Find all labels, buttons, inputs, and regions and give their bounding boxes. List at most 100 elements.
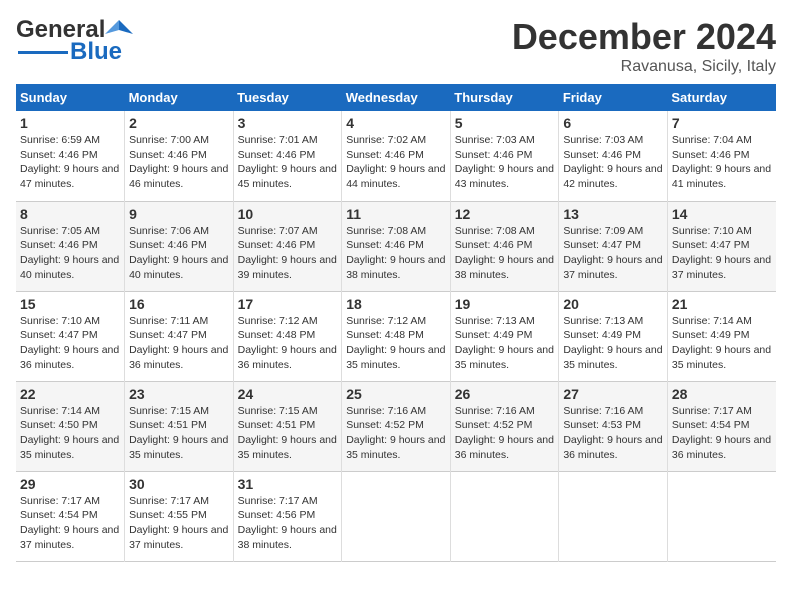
- day-number: 17: [238, 296, 338, 312]
- day-info: Sunrise: 7:03 AMSunset: 4:46 PMDaylight:…: [455, 133, 555, 192]
- day-info: Sunrise: 7:12 AMSunset: 4:48 PMDaylight:…: [346, 314, 446, 373]
- calendar-cell: 2 Sunrise: 7:00 AMSunset: 4:46 PMDaylight…: [125, 111, 234, 201]
- day-info: Sunrise: 6:59 AMSunset: 4:46 PMDaylight:…: [20, 133, 120, 192]
- day-info: Sunrise: 7:10 AMSunset: 4:47 PMDaylight:…: [20, 314, 120, 373]
- calendar-cell: 15 Sunrise: 7:10 AMSunset: 4:47 PMDayligh…: [16, 291, 125, 381]
- day-number: 10: [238, 206, 338, 222]
- day-number: 26: [455, 386, 555, 402]
- calendar-cell: 23 Sunrise: 7:15 AMSunset: 4:51 PMDayligh…: [125, 381, 234, 471]
- calendar-cell: 26Sunrise: 7:16 AMSunset: 4:52 PMDayligh…: [450, 381, 559, 471]
- calendar-cell: 14 Sunrise: 7:10 AMSunset: 4:47 PMDayligh…: [667, 201, 776, 291]
- day-number: 16: [129, 296, 229, 312]
- column-header-friday: Friday: [559, 84, 668, 111]
- column-header-tuesday: Tuesday: [233, 84, 342, 111]
- day-number: 21: [672, 296, 772, 312]
- column-header-monday: Monday: [125, 84, 234, 111]
- day-number: 2: [129, 115, 229, 131]
- day-info: Sunrise: 7:17 AMSunset: 4:54 PMDaylight:…: [20, 494, 120, 553]
- title-block: December 2024 Ravanusa, Sicily, Italy: [512, 16, 776, 76]
- day-number: 28: [672, 386, 772, 402]
- week-row-5: 29 Sunrise: 7:17 AMSunset: 4:54 PMDayligh…: [16, 471, 776, 561]
- day-number: 14: [672, 206, 772, 222]
- day-number: 24: [238, 386, 338, 402]
- day-number: 22: [20, 386, 120, 402]
- calendar-cell: [667, 471, 776, 561]
- calendar-cell: 4Sunrise: 7:02 AMSunset: 4:46 PMDaylight…: [342, 111, 451, 201]
- day-number: 4: [346, 115, 446, 131]
- day-info: Sunrise: 7:00 AMSunset: 4:46 PMDaylight:…: [129, 133, 229, 192]
- day-info: Sunrise: 7:10 AMSunset: 4:47 PMDaylight:…: [672, 224, 772, 283]
- day-number: 11: [346, 206, 446, 222]
- day-info: Sunrise: 7:08 AMSunset: 4:46 PMDaylight:…: [455, 224, 555, 283]
- day-number: 20: [563, 296, 663, 312]
- calendar-cell: 9 Sunrise: 7:06 AMSunset: 4:46 PMDaylight…: [125, 201, 234, 291]
- calendar-cell: 24Sunrise: 7:15 AMSunset: 4:51 PMDayligh…: [233, 381, 342, 471]
- column-header-saturday: Saturday: [667, 84, 776, 111]
- calendar-cell: 13 Sunrise: 7:09 AMSunset: 4:47 PMDayligh…: [559, 201, 668, 291]
- calendar-cell: 25Sunrise: 7:16 AMSunset: 4:52 PMDayligh…: [342, 381, 451, 471]
- column-header-sunday: Sunday: [16, 84, 125, 111]
- calendar-cell: 22 Sunrise: 7:14 AMSunset: 4:50 PMDayligh…: [16, 381, 125, 471]
- day-info: Sunrise: 7:06 AMSunset: 4:46 PMDaylight:…: [129, 224, 229, 283]
- day-number: 9: [129, 206, 229, 222]
- day-number: 12: [455, 206, 555, 222]
- day-info: Sunrise: 7:17 AMSunset: 4:54 PMDaylight:…: [672, 404, 772, 463]
- calendar-cell: 10 Sunrise: 7:07 AMSunset: 4:46 PMDayligh…: [233, 201, 342, 291]
- day-number: 30: [129, 476, 229, 492]
- day-info: Sunrise: 7:05 AMSunset: 4:46 PMDaylight:…: [20, 224, 120, 283]
- calendar-cell: 29 Sunrise: 7:17 AMSunset: 4:54 PMDayligh…: [16, 471, 125, 561]
- calendar-cell: 7 Sunrise: 7:04 AMSunset: 4:46 PMDaylight…: [667, 111, 776, 201]
- day-number: 23: [129, 386, 229, 402]
- day-info: Sunrise: 7:07 AMSunset: 4:46 PMDaylight:…: [238, 224, 338, 283]
- day-number: 15: [20, 296, 120, 312]
- day-info: Sunrise: 7:01 AMSunset: 4:46 PMDaylight:…: [238, 133, 338, 192]
- logo: General Blue: [16, 16, 133, 66]
- calendar-cell: [559, 471, 668, 561]
- day-number: 25: [346, 386, 446, 402]
- day-number: 3: [238, 115, 338, 131]
- day-number: 27: [563, 386, 663, 402]
- calendar-cell: 18 Sunrise: 7:12 AMSunset: 4:48 PMDayligh…: [342, 291, 451, 381]
- day-number: 19: [455, 296, 555, 312]
- calendar-cell: 17 Sunrise: 7:12 AMSunset: 4:48 PMDayligh…: [233, 291, 342, 381]
- day-info: Sunrise: 7:14 AMSunset: 4:50 PMDaylight:…: [20, 404, 120, 463]
- calendar-cell: 28 Sunrise: 7:17 AMSunset: 4:54 PMDayligh…: [667, 381, 776, 471]
- column-header-thursday: Thursday: [450, 84, 559, 111]
- calendar-cell: 19Sunrise: 7:13 AMSunset: 4:49 PMDayligh…: [450, 291, 559, 381]
- day-number: 29: [20, 476, 120, 492]
- day-info: Sunrise: 7:14 AMSunset: 4:49 PMDaylight:…: [672, 314, 772, 373]
- page-header: General Blue December 2024 Ravanusa, Sic…: [16, 16, 776, 76]
- calendar-cell: 1 Sunrise: 6:59 AMSunset: 4:46 PMDaylight…: [16, 111, 125, 201]
- day-info: Sunrise: 7:17 AMSunset: 4:55 PMDaylight:…: [129, 494, 229, 553]
- day-info: Sunrise: 7:04 AMSunset: 4:46 PMDaylight:…: [672, 133, 772, 192]
- day-info: Sunrise: 7:15 AMSunset: 4:51 PMDaylight:…: [129, 404, 229, 463]
- calendar-table: SundayMondayTuesdayWednesdayThursdayFrid…: [16, 84, 776, 562]
- day-info: Sunrise: 7:13 AMSunset: 4:49 PMDaylight:…: [563, 314, 663, 373]
- day-info: Sunrise: 7:17 AMSunset: 4:56 PMDaylight:…: [238, 494, 338, 553]
- calendar-cell: 31 Sunrise: 7:17 AMSunset: 4:56 PMDayligh…: [233, 471, 342, 561]
- week-row-3: 15 Sunrise: 7:10 AMSunset: 4:47 PMDayligh…: [16, 291, 776, 381]
- day-number: 13: [563, 206, 663, 222]
- calendar-cell: 20 Sunrise: 7:13 AMSunset: 4:49 PMDayligh…: [559, 291, 668, 381]
- day-info: Sunrise: 7:16 AMSunset: 4:53 PMDaylight:…: [563, 404, 663, 463]
- logo-text-blue: Blue: [70, 38, 122, 66]
- location-subtitle: Ravanusa, Sicily, Italy: [512, 58, 776, 76]
- calendar-cell: 6Sunrise: 7:03 AMSunset: 4:46 PMDaylight…: [559, 111, 668, 201]
- day-info: Sunrise: 7:08 AMSunset: 4:46 PMDaylight:…: [346, 224, 446, 283]
- calendar-cell: 27 Sunrise: 7:16 AMSunset: 4:53 PMDayligh…: [559, 381, 668, 471]
- day-number: 18: [346, 296, 446, 312]
- day-info: Sunrise: 7:09 AMSunset: 4:47 PMDaylight:…: [563, 224, 663, 283]
- calendar-cell: 12 Sunrise: 7:08 AMSunset: 4:46 PMDayligh…: [450, 201, 559, 291]
- week-row-1: 1 Sunrise: 6:59 AMSunset: 4:46 PMDaylight…: [16, 111, 776, 201]
- day-info: Sunrise: 7:03 AMSunset: 4:46 PMDaylight:…: [563, 133, 663, 192]
- column-header-wednesday: Wednesday: [342, 84, 451, 111]
- day-number: 8: [20, 206, 120, 222]
- day-number: 31: [238, 476, 338, 492]
- calendar-cell: 5Sunrise: 7:03 AMSunset: 4:46 PMDaylight…: [450, 111, 559, 201]
- day-number: 7: [672, 115, 772, 131]
- week-row-4: 22 Sunrise: 7:14 AMSunset: 4:50 PMDayligh…: [16, 381, 776, 471]
- calendar-cell: 16Sunrise: 7:11 AMSunset: 4:47 PMDayligh…: [125, 291, 234, 381]
- day-info: Sunrise: 7:12 AMSunset: 4:48 PMDaylight:…: [238, 314, 338, 373]
- calendar-header-row: SundayMondayTuesdayWednesdayThursdayFrid…: [16, 84, 776, 111]
- day-number: 1: [20, 115, 120, 131]
